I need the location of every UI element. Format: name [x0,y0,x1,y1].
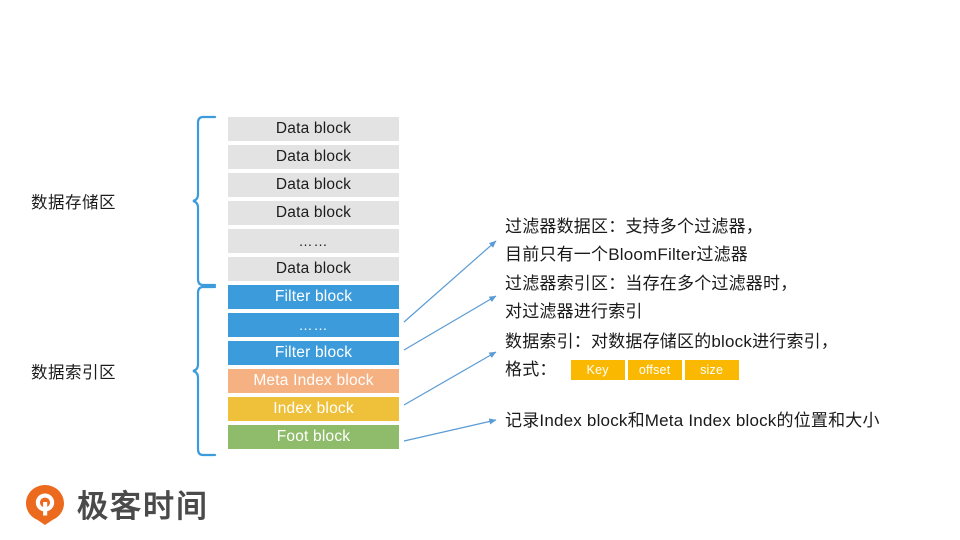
block-filter-ellipsis: …… [228,313,399,337]
bracket-data-index [192,285,219,457]
index-entry-format: Key offset size [570,360,739,380]
block-data-2: Data block [228,145,399,169]
index-field-size: size [684,360,739,380]
brand-logo: 极客时间 [24,483,209,530]
annotation-filter-data-line1: 过滤器数据区：支持多个过滤器， [505,217,763,236]
slide-canvas: 数据存储区 数据索引区 Data block Data block Data b… [0,0,960,540]
block-foot: Foot block [228,425,399,449]
annotation-filter-index-line1: 过滤器索引区：当存在多个过滤器时， [505,274,798,293]
block-data-5: Data block [228,257,399,281]
block-filter-1: Filter block [228,285,399,309]
annotation-data-index: 数据索引：对数据存储区的block进行索引， 格式： Key offset si… [505,328,838,384]
annotation-data-index-line1: 数据索引：对数据存储区的block进行索引， [505,332,839,351]
block-filter-2: Filter block [228,341,399,365]
annotation-foot-line1: 记录Index block和Meta Index block的位置和大小 [505,411,880,430]
annotation-data-index-format: 格式： Key offset size [505,356,838,384]
block-data-3: Data block [228,173,399,197]
geekbang-logo-icon [24,483,66,530]
brand-logo-text: 极客时间 [77,488,209,524]
annotation-filter-index-line2: 对过滤器进行索引 [505,302,643,321]
index-field-offset: offset [627,360,682,380]
annotation-filter-data: 过滤器数据区：支持多个过滤器， 目前只有一个BloomFilter过滤器 [505,213,763,269]
section-label-data-index: 数据索引区 [31,364,116,382]
block-data-1: Data block [228,117,399,141]
index-field-key: Key [570,360,625,380]
arrow-to-filter-data [403,240,497,323]
sstable-block-stack: Data block Data block Data block Data bl… [228,117,399,453]
format-label: 格式： [505,360,557,379]
arrow-to-data-index [403,351,497,406]
arrow-layer [403,240,497,442]
annotation-foot: 记录Index block和Meta Index block的位置和大小 [505,407,880,435]
block-meta-index: Meta Index block [228,369,399,393]
arrow-to-foot [403,418,497,442]
bracket-data-storage [192,115,219,287]
block-data-4: Data block [228,201,399,225]
annotation-filter-data-line2: 目前只有一个BloomFilter过滤器 [505,245,748,264]
arrow-to-filter-index [403,295,497,351]
block-data-ellipsis: …… [228,229,399,253]
section-label-data-storage: 数据存储区 [31,194,116,212]
annotation-filter-index: 过滤器索引区：当存在多个过滤器时， 对过滤器进行索引 [505,270,797,326]
block-index: Index block [228,397,399,421]
